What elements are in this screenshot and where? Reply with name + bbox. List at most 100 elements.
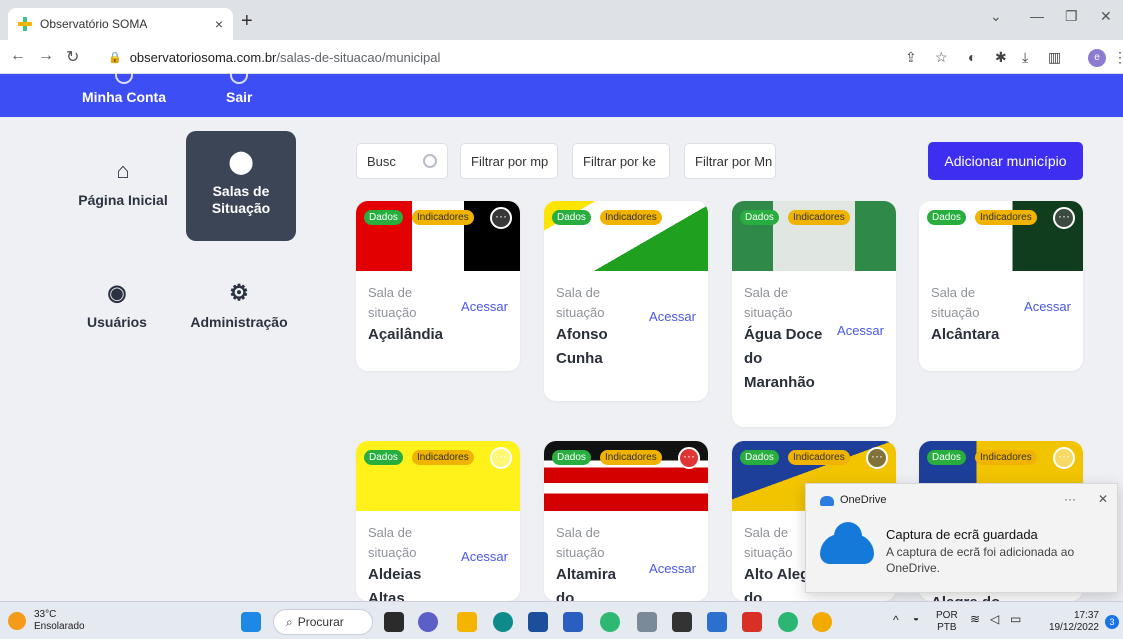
store-icon[interactable] — [528, 612, 548, 632]
search-icon — [423, 154, 437, 168]
city-flag-image: Dados Indicadores ··· — [356, 441, 520, 511]
more-options-icon[interactable]: ··· — [1053, 207, 1075, 229]
onedrive-notification[interactable]: OneDrive ··· ✕ Captura de ecrã guardada … — [805, 483, 1118, 593]
word-icon[interactable] — [563, 612, 583, 632]
dados-badge[interactable]: Dados — [552, 210, 591, 225]
volume-icon[interactable]: ◁ — [990, 613, 999, 625]
whatsapp-icon[interactable] — [600, 612, 620, 632]
sidebar-item-home[interactable]: ⌂ Página Inicial — [68, 158, 178, 228]
back-icon[interactable]: ← — [10, 47, 26, 65]
dados-badge[interactable]: Dados — [740, 210, 779, 225]
municipality-card[interactable]: Dados Indicadores Sala de situação Afons… — [544, 201, 708, 401]
edge-icon[interactable] — [493, 612, 513, 632]
wifi-icon[interactable]: ≋ — [970, 613, 980, 625]
sidepanel-icon[interactable]: ▥ — [1048, 49, 1061, 66]
municipality-card[interactable]: Dados Indicadores Sala de situação Água … — [732, 201, 896, 427]
dados-badge[interactable]: Dados — [740, 450, 779, 465]
text-app-icon[interactable] — [707, 612, 727, 632]
weather-status: Ensolarado — [34, 621, 85, 632]
calculator-icon[interactable] — [637, 612, 657, 632]
language-indicator[interactable]: POR PTB — [936, 610, 958, 634]
indicadores-badge[interactable]: Indicadores — [975, 450, 1037, 465]
more-options-icon[interactable]: ··· — [490, 207, 512, 229]
filter-select-3[interactable]: Filtrar por Mn — [684, 143, 776, 179]
new-tab-button[interactable]: + — [241, 10, 253, 33]
more-options-icon[interactable]: ··· — [490, 447, 512, 469]
restore-icon[interactable]: ❐ — [1065, 8, 1078, 25]
menu-kebab-icon[interactable]: ⋮ — [1113, 49, 1123, 66]
more-options-icon[interactable]: ··· — [866, 447, 888, 469]
url-path: /salas-de-situacao/municipal — [276, 49, 441, 65]
card-city-name: Açailândia — [368, 326, 444, 343]
dados-badge[interactable]: Dados — [927, 450, 966, 465]
indicadores-badge[interactable]: Indicadores — [412, 210, 474, 225]
url-field[interactable]: 🔒 observatoriosoma.com.br /salas-de-situ… — [108, 45, 898, 69]
minimize-icon[interactable]: — — [1030, 8, 1044, 24]
access-link[interactable]: Acessar — [1024, 299, 1071, 314]
extension-icon[interactable]: ◐ — [968, 49, 976, 65]
dados-badge[interactable]: Dados — [364, 210, 403, 225]
tab-search-chevron-icon[interactable]: ⌄ — [990, 8, 1002, 25]
dados-badge[interactable]: Dados — [364, 450, 403, 465]
network-icon[interactable]: ◒ — [913, 613, 919, 625]
reload-icon[interactable]: ↻ — [66, 47, 79, 67]
access-link[interactable]: Acessar — [461, 549, 508, 564]
notification-count-badge[interactable]: 3 — [1105, 615, 1119, 629]
indicadores-badge[interactable]: Indicadores — [788, 450, 850, 465]
logout-link[interactable]: Sair — [226, 89, 252, 105]
indicadores-badge[interactable]: Indicadores — [975, 210, 1037, 225]
terminal-icon[interactable] — [672, 612, 692, 632]
tab-close-icon[interactable]: × — [215, 16, 223, 32]
indicadores-badge[interactable]: Indicadores — [600, 210, 662, 225]
profile-avatar[interactable]: e — [1088, 49, 1106, 67]
sidebar-item-admin[interactable]: ⚙ Administração — [184, 280, 294, 350]
task-view-icon[interactable] — [384, 612, 404, 632]
window-close-icon[interactable]: ✕ — [1100, 8, 1112, 25]
weather-widget[interactable]: 33°C Ensolarado — [8, 609, 85, 633]
municipality-card[interactable]: Dados Indicadores ··· Sala de situação A… — [919, 201, 1083, 371]
start-icon[interactable] — [241, 612, 261, 632]
municipality-card[interactable]: Dados Indicadores ··· Sala de situação A… — [356, 201, 520, 371]
temperature: 33°C — [34, 609, 57, 620]
more-options-icon[interactable]: ··· — [678, 447, 700, 469]
taskbar-search[interactable]: ⌕ Procurar — [273, 609, 373, 635]
access-link[interactable]: Acessar — [837, 323, 884, 338]
clock[interactable]: 17:37 19/12/2022 — [1043, 610, 1099, 634]
dados-badge[interactable]: Dados — [552, 450, 591, 465]
add-municipality-button[interactable]: Adicionar município — [928, 142, 1083, 180]
chat-icon[interactable] — [418, 612, 438, 632]
filter-select-2[interactable]: Filtrar por ke — [572, 143, 670, 179]
battery-icon[interactable]: ▭ — [1010, 613, 1021, 625]
access-link[interactable]: Acessar — [461, 299, 508, 314]
puzzle-icon[interactable]: ✱ — [995, 49, 1007, 66]
municipality-card[interactable]: Dados Indicadores ··· Sala de situação A… — [544, 441, 708, 601]
dados-badge[interactable]: Dados — [927, 210, 966, 225]
share-icon[interactable]: ⇪ — [905, 49, 917, 66]
search-input[interactable]: Busc — [356, 143, 448, 179]
indicadores-badge[interactable]: Indicadores — [600, 450, 662, 465]
indicadores-badge[interactable]: Indicadores — [412, 450, 474, 465]
close-icon[interactable]: ✕ — [1098, 492, 1108, 506]
pdf-icon[interactable] — [742, 612, 762, 632]
sidebar-item-users[interactable]: ◉ Usuários — [62, 280, 172, 350]
download-icon[interactable]: ⤓ — [1022, 49, 1028, 66]
access-link[interactable]: Acessar — [649, 309, 696, 324]
sidebar-item-situation-rooms[interactable]: ⬤ Salas de Situação — [186, 131, 296, 241]
forward-icon[interactable]: → — [38, 47, 54, 65]
filter-select-1[interactable]: Filtrar por mp — [460, 143, 558, 179]
more-options-icon[interactable]: ··· — [1064, 492, 1076, 506]
indicadores-badge[interactable]: Indicadores — [788, 210, 850, 225]
more-options-icon[interactable]: ··· — [1053, 447, 1075, 469]
green-app-icon[interactable] — [778, 612, 798, 632]
municipality-card[interactable]: Dados Indicadores ··· Sala de situação A… — [356, 441, 520, 601]
file-explorer-icon[interactable] — [457, 612, 477, 632]
card-city-name: Altamira do — [556, 566, 617, 601]
chrome-icon[interactable] — [812, 612, 832, 632]
address-bar-row: ← → ↻ 🔒 observatoriosoma.com.br /salas-d… — [0, 40, 1123, 74]
account-link[interactable]: Minha Conta — [82, 89, 166, 105]
tray-chevron-icon[interactable]: ^ — [893, 614, 899, 626]
access-link[interactable]: Acessar — [649, 561, 696, 576]
browser-tab[interactable]: Observatório SOMA × — [8, 8, 233, 40]
soma-favicon-icon — [18, 17, 32, 31]
bookmark-star-icon[interactable]: ☆ — [935, 49, 948, 66]
